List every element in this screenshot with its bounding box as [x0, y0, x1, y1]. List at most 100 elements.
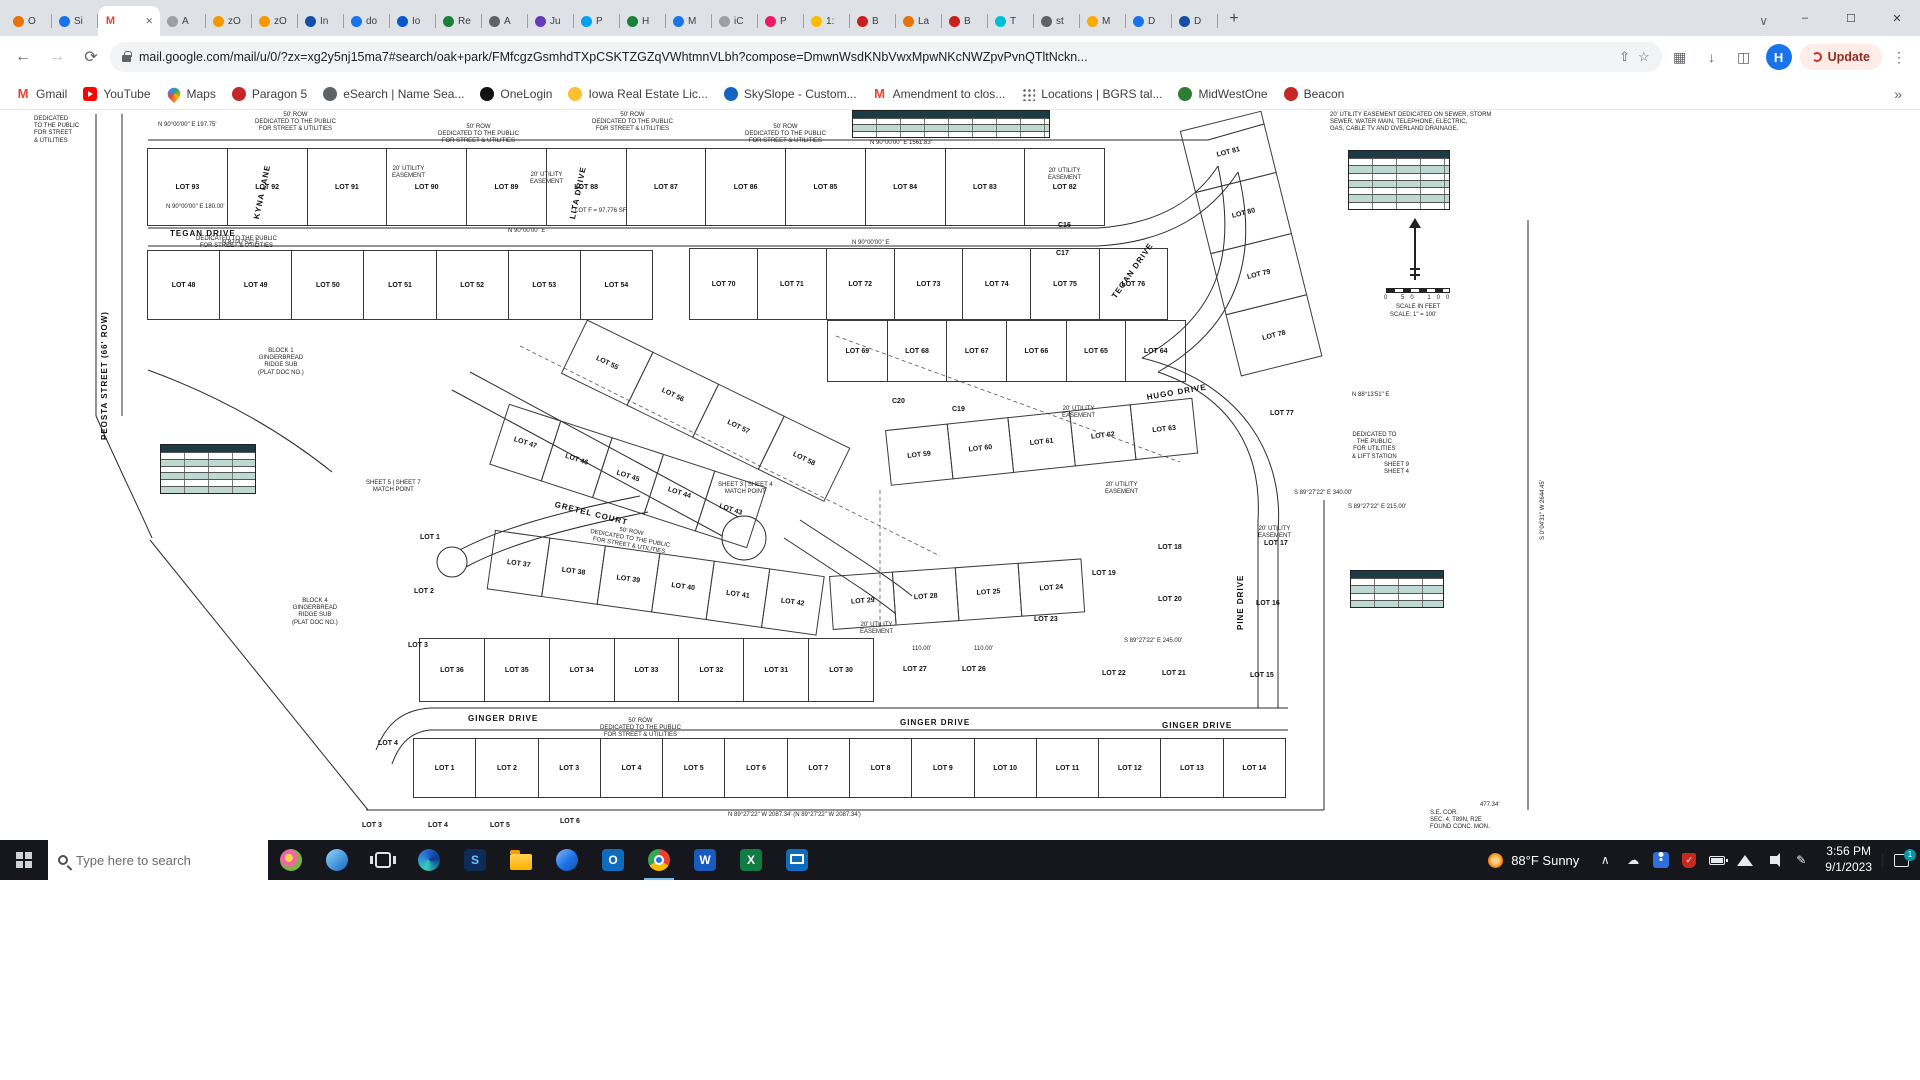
taskbar-assistant-app-icon[interactable] [544, 840, 590, 880]
taskbar-task-view-icon[interactable] [360, 840, 406, 880]
bookmark-item[interactable]: Locations | BGRS tal... [1013, 83, 1170, 105]
tab-search-icon[interactable]: ∨ [1745, 14, 1782, 36]
lot: LOT 89 [466, 148, 547, 226]
lot: LOT 63 [1130, 398, 1198, 460]
new-tab-button[interactable]: + [1220, 5, 1248, 33]
weather-widget[interactable]: 88°F Sunny [1476, 853, 1591, 868]
map-annotation: SHEET 9 SHEET 4 [1384, 462, 1409, 476]
bookmark-item[interactable]: Iowa Real Estate Lic... [560, 83, 715, 105]
secure-lock-icon[interactable] [122, 55, 131, 62]
browser-tab[interactable]: T [988, 6, 1034, 36]
browser-tab[interactable]: do [344, 6, 390, 36]
menu-kebab-icon[interactable]: ⋮ [1886, 49, 1912, 66]
curve-table-row [1349, 173, 1449, 180]
bookmark-item[interactable]: MidWestOne [1170, 83, 1275, 105]
taskbar-clock[interactable]: 3:56 PM 9/1/2023 [1815, 844, 1882, 875]
browser-tab[interactable]: Ju [528, 6, 574, 36]
curve-table-row [161, 452, 255, 459]
forward-button[interactable]: → [42, 42, 72, 72]
tray-teams-icon[interactable] [1647, 840, 1675, 880]
bookmark-item[interactable]: OneLogin [472, 83, 560, 105]
lot: LOT 75 [1030, 248, 1099, 320]
minimize-button[interactable]: – [1782, 0, 1828, 36]
taskbar-pinned-app-icon[interactable] [314, 840, 360, 880]
side-panel-icon[interactable]: ◫ [1730, 43, 1758, 71]
tray-onedrive-icon[interactable]: ☁ [1619, 840, 1647, 880]
tab-title: M [1102, 16, 1110, 27]
back-button[interactable]: ← [8, 42, 38, 72]
update-button[interactable]: Update [1800, 44, 1882, 70]
bookmark-item[interactable]: MAmendment to clos... [865, 83, 1014, 105]
browser-tab[interactable]: M [666, 6, 712, 36]
curve-table-row [1351, 600, 1443, 607]
taskbar-chrome-icon[interactable] [636, 840, 682, 880]
map-annotation: 20' UTILITY EASEMENT [1105, 482, 1138, 496]
bookmark-label: Maps [187, 87, 216, 101]
maximize-button[interactable]: ☐ [1828, 0, 1874, 36]
tray-show-hidden-icons-icon[interactable]: ∧ [1591, 840, 1619, 880]
taskbar-word-icon[interactable]: W [682, 840, 728, 880]
browser-tab[interactable]: P [574, 6, 620, 36]
browser-tab[interactable]: Re [436, 6, 482, 36]
close-button[interactable]: ✕ [1874, 0, 1920, 36]
browser-tab[interactable]: Si [52, 6, 98, 36]
browser-tab[interactable]: st [1034, 6, 1080, 36]
address-bar[interactable]: mail.google.com/mail/u/0/?zx=xg2y5nj15ma… [110, 42, 1662, 72]
tray-security-icon[interactable]: ✓ [1675, 840, 1703, 880]
taskbar-edge-icon[interactable] [406, 840, 452, 880]
bookmark-item[interactable]: YouTube [75, 83, 158, 105]
browser-tab[interactable]: B [850, 6, 896, 36]
bookmark-item[interactable]: MGmail [8, 83, 75, 105]
tray-volume-icon[interactable] [1759, 840, 1787, 880]
taskbar-screen-share-app-icon[interactable] [774, 840, 820, 880]
taskbar-pinned-photo-app-icon[interactable] [268, 840, 314, 880]
browser-tab[interactable]: D [1126, 6, 1172, 36]
action-center-button[interactable]: 1 [1882, 854, 1920, 867]
bookmark-star-icon[interactable]: ☆ [1638, 49, 1650, 65]
tray-pen-settings-icon[interactable]: ✎ [1787, 840, 1815, 880]
browser-tab[interactable]: In [298, 6, 344, 36]
browser-tab[interactable]: Io [390, 6, 436, 36]
url-text[interactable]: mail.google.com/mail/u/0/?zx=xg2y5nj15ma… [139, 50, 1611, 64]
tray-network-icon[interactable] [1731, 840, 1759, 880]
taskbar-file-explorer-icon[interactable] [498, 840, 544, 880]
browser-tab[interactable]: A [482, 6, 528, 36]
browser-tab[interactable]: M [1080, 6, 1126, 36]
tab-title: T [1010, 16, 1016, 27]
taskbar-dev-app-icon[interactable]: S [452, 840, 498, 880]
browser-tab[interactable]: zO [252, 6, 298, 36]
tab-favicon [581, 16, 592, 27]
bookmark-label: Iowa Real Estate Lic... [588, 87, 707, 101]
downloads-icon[interactable]: ↓ [1698, 43, 1726, 71]
bookmark-item[interactable]: SkySlope - Custom... [716, 83, 865, 105]
browser-tab[interactable]: P [758, 6, 804, 36]
share-icon[interactable]: ⇧ [1619, 49, 1630, 65]
tab-close-icon[interactable]: ✕ [145, 16, 153, 27]
browser-tab[interactable]: H [620, 6, 666, 36]
browser-tab[interactable]: A [160, 6, 206, 36]
bookmarks-overflow-icon[interactable]: » [1884, 86, 1912, 102]
taskbar-excel-icon[interactable]: X [728, 840, 774, 880]
tray-battery-icon[interactable] [1703, 840, 1731, 880]
start-button[interactable] [0, 840, 48, 880]
taskbar-search[interactable]: Type here to search [48, 840, 268, 880]
browser-tab[interactable]: iC [712, 6, 758, 36]
browser-tab[interactable]: M✕ [98, 6, 160, 36]
extensions-icon[interactable]: ▦ [1666, 43, 1694, 71]
taskbar-outlook-icon[interactable]: O [590, 840, 636, 880]
browser-tab[interactable]: O [6, 6, 52, 36]
bookmark-item[interactable]: Paragon 5 [224, 83, 315, 105]
profile-avatar[interactable]: H [1766, 44, 1792, 70]
reload-button[interactable]: ⟳ [76, 42, 106, 72]
browser-tab[interactable]: B [942, 6, 988, 36]
browser-tab[interactable]: 1: [804, 6, 850, 36]
bookmark-item[interactable]: eSearch | Name Sea... [315, 83, 472, 105]
map-annotation: S 89°27'22" E 340.00' [1294, 490, 1352, 497]
curve-table-row [161, 479, 255, 486]
bookmark-item[interactable]: Maps [159, 83, 224, 105]
bookmark-item[interactable]: Beacon [1276, 83, 1353, 105]
browser-tab[interactable]: La [896, 6, 942, 36]
browser-tab[interactable]: zO [206, 6, 252, 36]
browser-tab[interactable]: D [1172, 6, 1218, 36]
curve-table-row [1349, 158, 1449, 165]
